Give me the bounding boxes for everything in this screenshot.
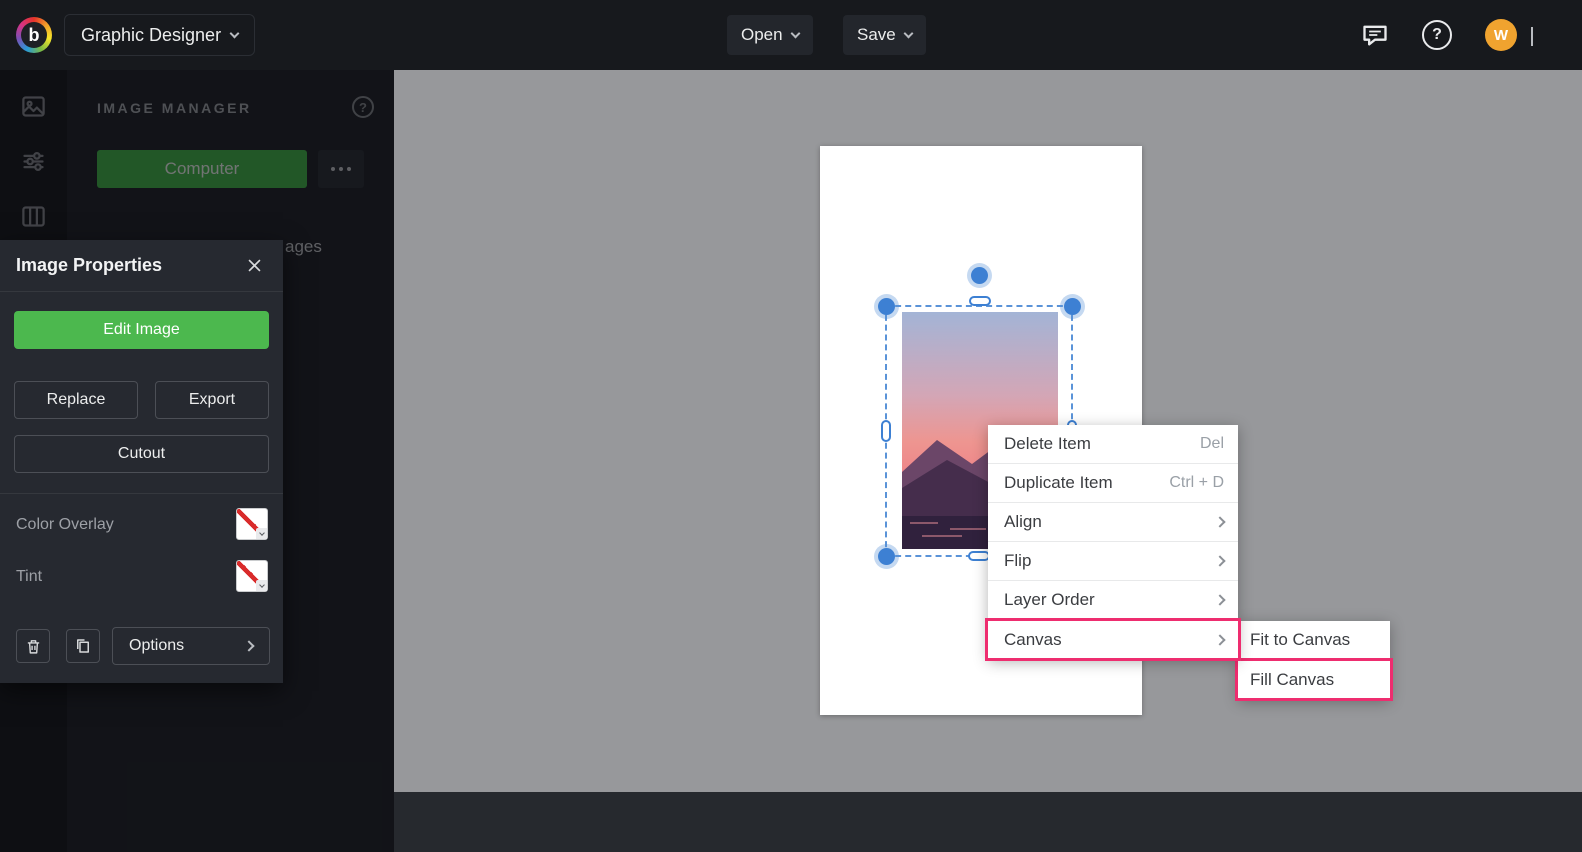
bottom-left-resize-handle[interactable] <box>878 548 895 565</box>
save-label: Save <box>857 25 896 44</box>
swatch-dropdown-corner <box>256 580 267 591</box>
save-dropdown-button[interactable]: Save <box>843 15 926 55</box>
topbar: b Graphic Designer Open Save ? W <box>0 0 1582 70</box>
options-button[interactable]: Options <box>112 627 270 665</box>
swatch-dropdown-corner <box>256 528 267 539</box>
color-overlay-label: Color Overlay <box>16 516 114 533</box>
bottom-resize-handle[interactable] <box>968 551 990 561</box>
chevron-down-icon <box>229 28 240 38</box>
chat-bubble-icon <box>1363 25 1387 46</box>
chevron-down-icon <box>903 28 914 38</box>
shortcut-label: Del <box>1199 435 1224 452</box>
submenu-arrow-icon <box>1214 594 1226 606</box>
image-properties-panel: Image Properties Edit Image Replace Expo… <box>0 240 283 683</box>
question-mark-icon: ? <box>1422 20 1452 50</box>
chevron-down-icon <box>790 28 801 38</box>
context-menu-item-canvas[interactable]: Canvas <box>985 618 1241 661</box>
chevron-down-icon <box>258 581 265 588</box>
edit-image-button[interactable]: Edit Image <box>14 311 269 349</box>
app-window: b Graphic Designer Open Save ? W Image P… <box>0 0 1582 852</box>
replace-button[interactable]: Replace <box>14 381 138 419</box>
tint-swatch[interactable] <box>236 560 268 592</box>
open-dropdown-button[interactable]: Open <box>727 15 813 55</box>
options-label: Options <box>129 637 185 654</box>
top-left-resize-handle[interactable] <box>878 298 895 315</box>
shortcut-label: Ctrl + D <box>1169 474 1224 491</box>
submenu-item-fill-canvas[interactable]: Fill Canvas <box>1235 658 1393 701</box>
feedback-chat-button[interactable] <box>1358 18 1392 52</box>
panel-header: Image Properties <box>0 240 283 292</box>
rotate-handle[interactable] <box>971 267 988 284</box>
avatar-initial: W <box>1493 26 1509 44</box>
trash-icon <box>27 639 39 654</box>
divider <box>0 493 283 494</box>
app-menu-dropdown[interactable]: Graphic Designer <box>64 14 256 56</box>
submenu-arrow-icon <box>1214 555 1226 567</box>
color-overlay-swatch[interactable] <box>236 508 268 540</box>
user-avatar[interactable]: W <box>1485 19 1517 51</box>
app-logo[interactable]: b <box>16 17 52 53</box>
delete-layer-button[interactable] <box>16 629 50 663</box>
top-resize-handle[interactable] <box>969 296 991 306</box>
submenu-arrow-icon <box>1214 633 1226 646</box>
open-label: Open <box>741 25 783 44</box>
context-menu-item-align[interactable]: Align <box>988 503 1238 542</box>
chevron-down-icon <box>258 529 265 536</box>
duplicate-layer-button[interactable] <box>66 629 100 663</box>
submenu-item-fit-to-canvas[interactable]: Fit to Canvas <box>1238 621 1390 660</box>
logo-letter: b <box>21 22 47 48</box>
top-right-resize-handle[interactable] <box>1064 298 1081 315</box>
account-dropdown-button[interactable] <box>1522 26 1542 46</box>
cutout-button[interactable]: Cutout <box>14 435 269 473</box>
bottom-toolbar: 24 % <box>394 792 1582 852</box>
app-menu-label: Graphic Designer <box>81 24 222 45</box>
canvas-submenu: Fit to Canvas Fill Canvas <box>1235 621 1393 701</box>
close-panel-button[interactable] <box>241 253 267 279</box>
context-menu-item-flip[interactable]: Flip <box>988 542 1238 581</box>
tint-label: Tint <box>16 568 43 585</box>
close-icon <box>248 259 260 272</box>
export-button[interactable]: Export <box>155 381 269 419</box>
context-menu-item-delete[interactable]: Delete Item Del <box>988 425 1238 464</box>
copy-icon <box>77 639 89 653</box>
context-menu: Delete Item Del Duplicate Item Ctrl + D … <box>985 425 1241 661</box>
help-button[interactable]: ? <box>1420 18 1454 52</box>
context-menu-item-layer-order[interactable]: Layer Order <box>988 581 1238 620</box>
chevron-down-icon <box>1531 27 1533 46</box>
submenu-arrow-icon <box>1214 516 1226 528</box>
context-menu-item-duplicate[interactable]: Duplicate Item Ctrl + D <box>988 464 1238 503</box>
chevron-right-icon <box>243 640 255 652</box>
left-resize-handle[interactable] <box>881 420 891 442</box>
panel-header-title: Image Properties <box>16 255 163 275</box>
